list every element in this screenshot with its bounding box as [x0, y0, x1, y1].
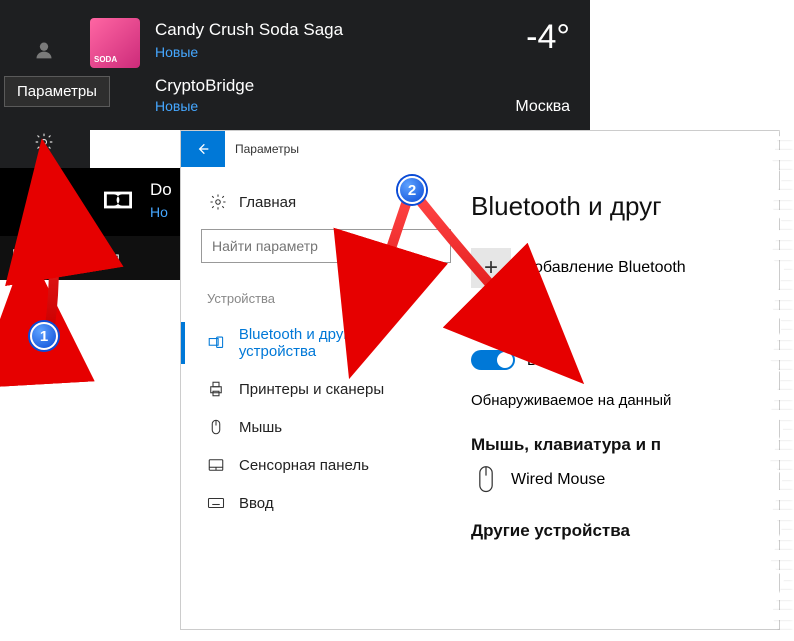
sidebar-item-label: Bluetooth и другие устройства — [239, 326, 445, 360]
settings-gear-icon[interactable] — [24, 122, 64, 162]
sidebar-item-label: Сенсорная панель — [239, 457, 369, 474]
sidebar-item-printers[interactable]: Принтеры и сканеры — [201, 370, 451, 408]
annotation-badge-1: 1 — [30, 322, 58, 350]
sidebar-item-bluetooth[interactable]: Bluetooth и другие устройства — [201, 316, 451, 370]
app-title-candy[interactable]: Candy Crush Soda Saga — [155, 20, 343, 40]
annotation-badge-2: 2 — [398, 176, 426, 204]
keyboard-icon — [207, 494, 225, 512]
home-gear-icon — [209, 193, 227, 211]
device-name: Wired Mouse — [511, 471, 605, 489]
touchpad-icon — [207, 456, 225, 474]
dolby-sub: Но — [150, 204, 168, 220]
settings-sidebar: Главная Устройства Bluetooth и другие ус… — [181, 181, 471, 549]
bluetooth-devices-icon — [207, 334, 225, 352]
sidebar-item-mouse[interactable]: Мышь — [201, 408, 451, 446]
device-row-mouse[interactable]: Wired Mouse — [475, 465, 779, 495]
account-icon[interactable] — [24, 30, 64, 70]
taskbar — [0, 236, 180, 280]
start-button[interactable] — [0, 236, 44, 280]
settings-titlebar: Параметры — [181, 131, 779, 167]
bluetooth-toggle-label: Вкл. — [527, 352, 557, 369]
settings-tooltip: Параметры — [4, 76, 110, 107]
mouse-icon — [207, 418, 225, 436]
sidebar-item-label: Принтеры и сканеры — [239, 381, 384, 398]
settings-window-title: Параметры — [235, 142, 299, 156]
sidebar-item-typing[interactable]: Ввод — [201, 484, 451, 522]
app-sub-candy: Новые — [155, 44, 198, 60]
plus-icon: + — [471, 248, 511, 288]
search-icon[interactable] — [44, 236, 88, 280]
printer-icon — [207, 380, 225, 398]
page-title: Bluetooth и друг — [471, 191, 779, 222]
other-devices-heading: Другие устройства — [471, 521, 779, 541]
candy-crush-icon[interactable] — [90, 18, 140, 68]
add-device-label: Добавление Bluetooth — [523, 259, 686, 277]
dolby-title[interactable]: Do — [150, 180, 172, 200]
settings-main: Bluetooth и друг + Добавление Bluetooth … — [471, 181, 779, 549]
task-view-icon[interactable] — [88, 236, 132, 280]
add-device-button[interactable]: + Добавление Bluetooth — [471, 248, 779, 288]
bluetooth-heading: Bluetooth — [471, 322, 779, 342]
sidebar-item-label: Мышь — [239, 419, 282, 436]
sidebar-group-devices: Устройства — [207, 291, 451, 306]
mouse-device-icon — [475, 465, 497, 495]
search-input[interactable] — [201, 229, 451, 263]
sidebar-home-label: Главная — [239, 194, 296, 211]
weather-city[interactable]: Москва — [515, 98, 570, 116]
app-sub-crypto: Новые — [155, 98, 198, 114]
dolby-tile-icon[interactable] — [94, 180, 142, 220]
app-title-crypto[interactable]: CryptoBridge — [155, 76, 254, 96]
power-icon[interactable] — [22, 182, 62, 222]
discover-text: Обнаруживаемое на данный — [471, 392, 779, 409]
bluetooth-toggle[interactable] — [471, 350, 515, 370]
settings-window: Параметры Главная Устройства Bluetooth и… — [180, 130, 780, 630]
alpha-group-d: D — [94, 150, 106, 168]
back-button[interactable] — [181, 131, 225, 167]
sidebar-item-touchpad[interactable]: Сенсорная панель — [201, 446, 451, 484]
sidebar-item-label: Ввод — [239, 495, 274, 512]
mkp-heading: Мышь, клавиатура и п — [471, 435, 779, 455]
weather-temp[interactable]: -4° — [526, 18, 570, 57]
